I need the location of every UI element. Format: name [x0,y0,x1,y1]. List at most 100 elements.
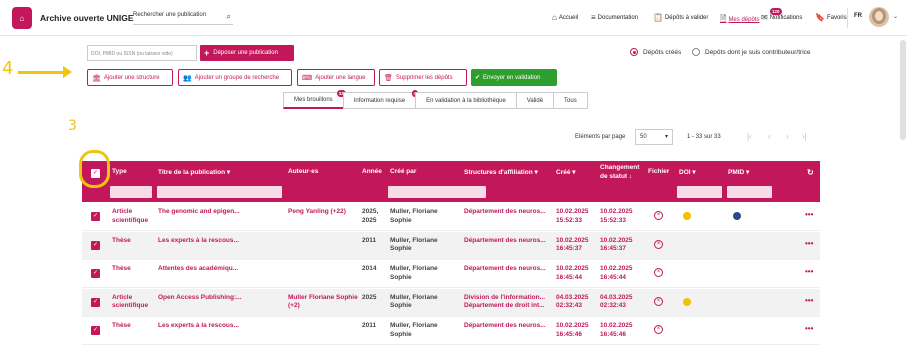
table-header: ✓ Type Titre de la publication ▾ Auteur·… [82,161,820,202]
filter-title[interactable] [157,186,282,198]
bookmark-icon: 🔖 [815,13,825,22]
col-structures[interactable]: Structures d'affiliation ▾ [464,168,538,176]
filter-created-by[interactable] [388,186,486,198]
avatar[interactable] [869,7,889,27]
row-checkbox[interactable]: ✓ [91,212,100,221]
last-page-icon[interactable]: ›| [802,132,807,141]
nav-home[interactable]: ⌂ Accueil [552,13,578,22]
col-pmid[interactable]: PMID ▾ [728,168,749,176]
double-check-icon: ✔ [475,75,481,81]
open-access-icon[interactable] [683,297,691,306]
pubmed-icon[interactable] [733,212,741,220]
table-row[interactable]: ✓ Thèse Attentes des académiqu... 2014 Mulle… [82,260,820,288]
row-checkbox[interactable]: ✓ [91,240,100,250]
cell-title[interactable]: Attentes des académiqu... [158,265,238,274]
col-authors[interactable]: Auteur·es [288,168,318,175]
row-checkbox[interactable]: ✓ [91,326,100,335]
unige-logo[interactable]: ⌂ [12,7,32,29]
row-checkbox[interactable]: ✓ [91,269,100,278]
table-row[interactable]: ✓ Article scientifique The genomic and epi… [82,203,820,231]
tab-2[interactable]: En validation à la bibliothèque [415,92,517,109]
brand-title[interactable]: Archive ouverte UNIGE [40,13,134,23]
more-options-icon[interactable]: ••• [805,239,813,248]
language-icon: ⌨ [302,74,313,82]
language-selector[interactable]: FR [854,13,862,19]
nav-mail[interactable]: ✉ Notifications 120 [761,8,802,22]
no-file-icon: × [654,296,663,306]
more-options-icon[interactable]: ••• [805,210,813,219]
cell-title[interactable]: The genomic and epigen... [158,208,240,217]
prev-page-icon[interactable]: ‹ [768,132,771,141]
tab-1[interactable]: Information requise4 [342,90,419,109]
divider [847,8,848,28]
items-per-page-select[interactable]: 50 ▾ [635,129,673,145]
tab-3[interactable]: Validé [515,92,555,109]
cell-authors: Muller Floriane Sophie (+2) [288,293,358,310]
col-created-by[interactable]: Créé par [390,168,416,175]
tab-4[interactable]: Tous [553,92,588,109]
cell-structures: Département des neuros... [464,265,546,272]
more-options-icon[interactable]: ••• [805,324,813,333]
cell-type: Article scientifique [112,293,149,310]
nav-clipboard[interactable]: 📋 Dépôts à valider [653,13,708,22]
nav-menu[interactable]: ≡ Documentation [591,13,638,22]
cell-title[interactable]: Open Access Publishing:... [158,294,242,303]
first-page-icon[interactable]: |‹ [747,132,752,141]
table-row[interactable]: ✓ Article scientifique Open Access Publish… [82,288,820,317]
filter-doi[interactable] [677,186,722,198]
refresh-icon[interactable]: ↻ [807,168,814,177]
cell-changed: 10.02.2025 16:45:44 [600,265,633,281]
cell-year: 2011 [362,236,377,244]
col-created[interactable]: Créé ▾ [556,168,576,176]
tab-label: Mes brouillons [294,97,333,103]
nav-label: Favoris [826,14,847,21]
search-icon[interactable]: ⌕ [227,12,231,22]
open-access-icon[interactable] [683,212,691,220]
search-input[interactable]: Rechercher une publication ⌕ [133,12,233,25]
notification-badge: 120 [770,8,782,15]
col-type[interactable]: Type [112,168,127,175]
annotation-number-3: 3 [68,118,77,134]
more-options-icon[interactable]: ••• [805,296,813,305]
cell-created-by: Muller, Floriane Sophie [390,322,438,338]
col-title[interactable]: Titre de la publication ▾ [158,168,230,176]
action-button-0[interactable]: 🏛 Ajouter une structure [87,69,173,86]
cell-title[interactable]: Les experts à la rescous... [158,237,239,246]
next-page-icon[interactable]: › [786,132,789,141]
table-row[interactable]: ✓ Thèse Les experts à la rescous... 2011 Mul… [82,317,820,345]
action-button-1[interactable]: 👥 Ajouter un groupe de recherche [178,69,292,86]
col-file[interactable]: Fichier [648,168,669,175]
identifier-input[interactable]: DOI, PMID ou ISSN (ou laissez vide) [87,45,197,61]
send-validation-button[interactable]: ✔ Envoyer en validation [471,69,557,86]
row-checkbox[interactable]: ✓ [91,297,100,307]
home-icon: ⌂ [552,13,557,22]
col-doi[interactable]: DOI ▾ [679,168,696,176]
nav-document[interactable]: 🗎 Mes dépôts [720,13,759,27]
cell-type: Article scientifique [112,208,149,224]
deposit-button[interactable]: + Déposer une publication [200,45,294,61]
nav-label: Documentation [597,14,639,21]
action-button-3[interactable]: 🗑 Supprimer les dépôts [379,69,467,86]
cell-title[interactable]: Les experts à la rescous... [158,322,239,331]
tab-0[interactable]: Mes brouillons 33 [283,90,346,109]
action-button-2[interactable]: ⌨ Ajouter une langue [297,69,375,86]
more-options-icon[interactable]: ••• [805,267,813,276]
bank-icon: 🏛 [92,74,101,82]
tab-label: Tous [564,97,577,104]
tab-label: En validation à la bibliothèque [426,97,506,104]
cell-created-by: Muller, Floriane Sophie [390,236,438,253]
chevron-down-icon[interactable]: ⌄ [893,13,898,20]
trash-icon: 🗑 [384,74,393,82]
col-changed[interactable]: Changement de statut ↓ [600,163,644,181]
filter-pmid[interactable] [727,186,772,198]
table-row[interactable]: ✓ Thèse Les experts à la rescous... 2011 Mul… [82,231,820,260]
scrollbar[interactable] [900,40,906,140]
cell-year: 2025, 2025 [362,208,379,224]
radio-created[interactable]: Dépôts créés [630,48,681,56]
radio-contributor[interactable]: Dépôts dont je suis contributeur/trice [692,48,811,56]
group-icon: 👥 [183,74,192,82]
annotation-arrow [18,66,72,78]
filter-type[interactable] [110,186,152,198]
col-year[interactable]: Année [362,168,382,175]
nav-bookmark[interactable]: 🔖 Favoris [815,13,847,22]
